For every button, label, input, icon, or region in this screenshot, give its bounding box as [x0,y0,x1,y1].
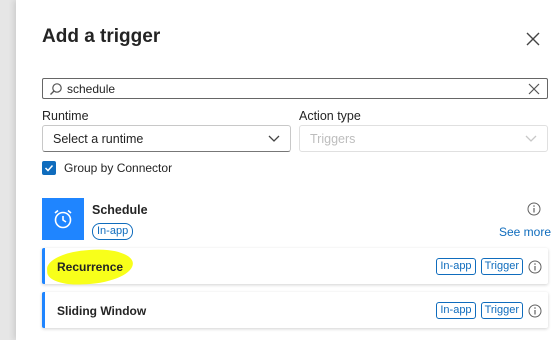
action-type-select[interactable]: Triggers [299,125,548,152]
action-type-label: Action type [299,109,361,123]
chevron-down-icon [268,135,280,142]
info-icon[interactable] [528,260,542,274]
runtime-badge: In-app [436,302,476,319]
checkmark-icon [44,164,54,172]
trigger-badge: Trigger [480,302,523,319]
alarm-clock-icon [54,209,72,229]
search-field[interactable] [42,78,548,99]
runtime-select-value: Select a runtime [53,131,144,146]
search-icon [50,82,62,95]
runtime-badge: In-app [436,258,476,275]
group-by-label: Group by Connector [64,161,173,175]
schedule-connector-icon[interactable] [42,198,84,240]
connector-runtime-badge: In-app [92,223,134,240]
clear-search-icon[interactable] [528,83,540,95]
info-icon[interactable] [528,304,542,318]
operation-row-sliding-window[interactable]: Sliding Window In-app Trigger [42,292,548,328]
group-by-connector[interactable]: Group by Connector [42,161,172,175]
chevron-down-icon [525,135,537,142]
operation-name: Recurrence [57,260,124,274]
group-by-checkbox[interactable] [42,161,56,175]
background-canvas [0,0,16,340]
action-type-select-value: Triggers [310,131,356,146]
operation-name: Sliding Window [57,304,147,318]
close-button[interactable] [524,30,542,48]
add-trigger-panel: Add a trigger Runtime Select a runtime A… [16,0,555,340]
trigger-badge: Trigger [480,258,523,275]
close-icon [526,32,540,46]
panel-title: Add a trigger [42,26,161,47]
runtime-label: Runtime [42,109,89,123]
see-more-link[interactable]: See more [499,225,551,239]
runtime-select[interactable]: Select a runtime [42,125,291,152]
search-input[interactable] [67,81,528,96]
info-icon[interactable] [527,202,541,216]
operation-row-recurrence[interactable]: Recurrence In-app Trigger [42,247,548,287]
connector-name: Schedule [92,203,148,217]
